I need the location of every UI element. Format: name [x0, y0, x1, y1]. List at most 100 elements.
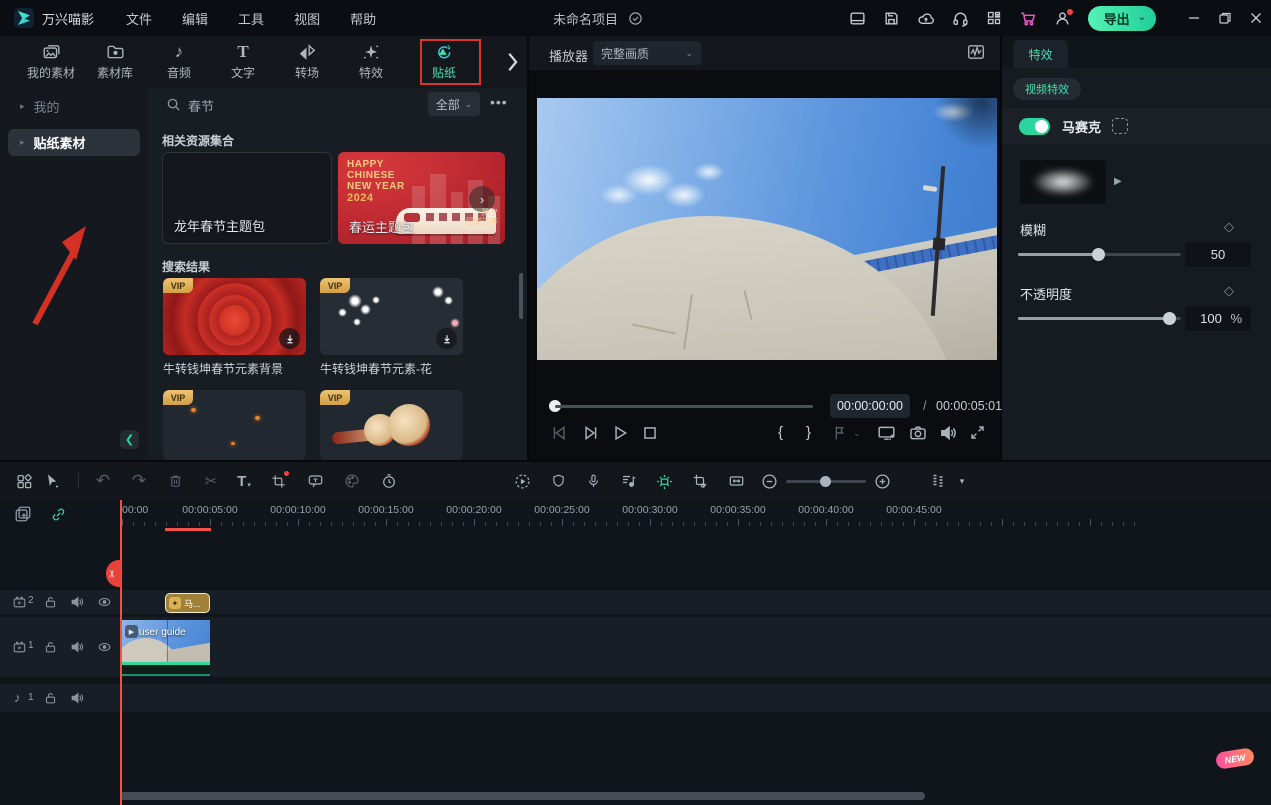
snapshot-camera-button[interactable] — [909, 424, 927, 442]
preview-crop-icon[interactable] — [688, 469, 712, 493]
video-clip[interactable]: ▶ user guide — [121, 620, 210, 662]
panel-layout-icon[interactable] — [849, 10, 866, 27]
expand-presets-icon[interactable]: ▶ — [1114, 176, 1122, 187]
track-row-audio1[interactable] — [0, 684, 1271, 712]
search-bar[interactable]: 春节 全部 ⌄ ••• — [148, 88, 527, 122]
stop-button[interactable] — [641, 424, 659, 442]
tab-effects[interactable]: 特效 — [339, 36, 403, 88]
hide-track-icon[interactable] — [97, 595, 112, 609]
video-effects-chip[interactable]: 视频特效 — [1013, 78, 1081, 100]
card-dragon-newyear-pack[interactable]: 龙年春节主题包 — [162, 152, 332, 244]
add-media-icon[interactable] — [14, 505, 32, 523]
speed-timer-icon[interactable] — [377, 469, 401, 493]
apps-grid-icon[interactable] — [986, 10, 1002, 26]
undo-icon[interactable]: ↶ — [91, 469, 115, 493]
maximize-button[interactable] — [1218, 11, 1232, 25]
account-icon[interactable] — [1054, 10, 1071, 27]
marker-chevron-icon[interactable]: ⌄ — [853, 428, 861, 439]
timeline-horizontal-scrollbar[interactable] — [120, 792, 925, 800]
track-manager-icon[interactable] — [926, 469, 950, 493]
tab-audio[interactable]: ♪ 音频 — [147, 36, 211, 88]
playhead[interactable] — [120, 500, 122, 805]
marker-flag-button[interactable] — [831, 424, 848, 442]
sidebar-item-sticker-material[interactable]: ▸ 贴纸素材 — [8, 129, 140, 156]
tab-transition[interactable]: 转场 — [275, 36, 339, 88]
tab-my-media[interactable]: 我的素材 — [19, 36, 83, 88]
sticker-result-background[interactable]: VIP — [163, 278, 306, 355]
seek-bar[interactable] — [555, 405, 813, 408]
text-tool-icon[interactable]: T▾ — [232, 469, 256, 493]
redo-icon[interactable]: ↷ — [127, 469, 151, 493]
sticker-result-flowers[interactable]: VIP — [320, 278, 463, 355]
fit-timeline-icon[interactable] — [724, 469, 748, 493]
export-button[interactable]: 导出 ⌄ — [1088, 6, 1156, 31]
collapse-sidebar-button[interactable]: ❮ — [120, 430, 139, 449]
lock-icon[interactable] — [44, 691, 57, 705]
lock-icon[interactable] — [44, 640, 57, 654]
tab-text[interactable]: T 文字 — [211, 36, 275, 88]
previous-frame-button[interactable] — [551, 424, 569, 442]
blur-slider-handle[interactable] — [1092, 248, 1105, 261]
more-options-button[interactable]: ••• — [490, 94, 508, 110]
export-chevron-icon[interactable]: ⌄ — [1138, 12, 1146, 23]
tab-effects-properties[interactable]: 特效 — [1013, 40, 1068, 68]
mark-in-button[interactable]: { — [778, 424, 783, 441]
effect-preview-thumbnail[interactable] — [1020, 160, 1106, 204]
support-headset-icon[interactable] — [952, 10, 969, 27]
menu-tools[interactable]: 工具 — [238, 9, 264, 28]
menu-edit[interactable]: 编辑 — [182, 9, 208, 28]
download-icon[interactable] — [279, 328, 300, 349]
next-frame-button[interactable] — [581, 424, 599, 442]
playhead-scissors-badge[interactable]: ✂ — [106, 560, 121, 587]
timeline-zoom-slider[interactable] — [786, 480, 866, 483]
blur-keyframe-icon[interactable]: ◇ — [1224, 219, 1234, 235]
cloud-upload-icon[interactable] — [917, 10, 935, 27]
download-icon[interactable] — [436, 328, 457, 349]
fullscreen-button[interactable] — [969, 424, 986, 441]
marquee-region-icon[interactable] — [1112, 118, 1128, 134]
lock-icon[interactable] — [44, 595, 57, 609]
delete-icon[interactable] — [163, 469, 187, 493]
auto-ripple-link-icon[interactable] — [50, 506, 67, 523]
card-chunyun-pack[interactable]: HAPPY CHINESE NEW YEAR 2024 › 除夕 回家过年 春运… — [338, 152, 505, 244]
opacity-keyframe-icon[interactable]: ◇ — [1224, 283, 1234, 299]
tabstrip-expand-icon[interactable] — [505, 51, 519, 73]
mute-icon[interactable] — [70, 640, 84, 654]
mirror-display-button[interactable] — [877, 424, 896, 442]
color-palette-icon[interactable] — [340, 469, 364, 493]
beat-detect-icon[interactable] — [617, 469, 641, 493]
video-preview[interactable] — [537, 98, 997, 360]
split-scissors-icon[interactable]: ✂ — [199, 469, 223, 493]
mute-icon[interactable] — [70, 691, 84, 705]
hide-track-icon[interactable] — [97, 640, 112, 654]
keyframe-highlight-icon[interactable] — [652, 469, 676, 493]
zoom-out-icon[interactable] — [757, 469, 781, 493]
quality-dropdown[interactable]: 完整画质 ⌄ — [593, 41, 701, 65]
blur-slider[interactable] — [1018, 253, 1181, 256]
menu-help[interactable]: 帮助 — [350, 9, 376, 28]
voiceover-mic-icon[interactable] — [581, 469, 605, 493]
video-clip-audio-strip[interactable] — [121, 662, 210, 676]
close-button[interactable] — [1249, 11, 1263, 25]
sticker-result-particles[interactable]: VIP — [163, 390, 306, 460]
blur-value-box[interactable]: 50 — [1185, 242, 1251, 267]
sidebar-item-my[interactable]: ▸ 我的 — [8, 93, 140, 120]
search-input[interactable]: 春节 — [188, 96, 214, 115]
timeline-ruler[interactable]: 00:0000:00:05:0000:00:10:0000:00:15:0000… — [120, 500, 1271, 532]
save-icon[interactable] — [883, 10, 900, 27]
zoom-in-icon[interactable] — [870, 469, 894, 493]
effect-toggle[interactable] — [1019, 118, 1050, 135]
library-scrollbar[interactable] — [519, 273, 523, 319]
minimize-button[interactable] — [1187, 11, 1201, 25]
opacity-value-box[interactable]: 100 % — [1185, 306, 1251, 331]
crop-tool-icon[interactable] — [266, 469, 290, 493]
sticker-result-cloud[interactable]: VIP — [320, 390, 463, 460]
filter-dropdown[interactable]: 全部 ⌄ — [428, 92, 480, 116]
cart-icon[interactable] — [1019, 10, 1037, 27]
menu-view[interactable]: 视图 — [294, 9, 320, 28]
scopes-icon[interactable] — [966, 43, 986, 61]
opacity-slider[interactable] — [1018, 317, 1181, 320]
track-manager-chevron-icon[interactable]: ▾ — [950, 469, 974, 493]
mark-out-button[interactable]: } — [806, 424, 811, 441]
media-layout-icon[interactable] — [12, 469, 36, 493]
